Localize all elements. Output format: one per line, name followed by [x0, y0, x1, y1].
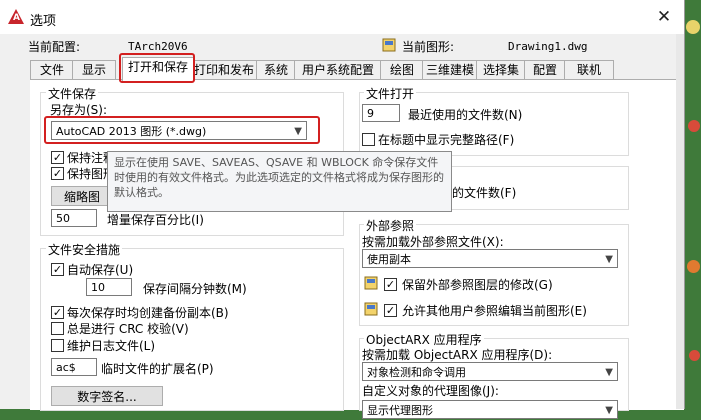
save-interval-label: 保存间隔分钟数(M) — [143, 282, 247, 296]
objectarx-demand-load-dropdown[interactable]: 对象检测和命令调用 ▼ — [362, 362, 618, 381]
current-profile-label: 当前配置: — [28, 40, 81, 54]
drawing-setting-icon — [364, 276, 378, 290]
incremental-save-input[interactable]: 50 — [51, 209, 97, 227]
retain-xref-changes-checkbox[interactable]: ✓ — [384, 278, 397, 291]
xref-legend: 外部参照 — [364, 217, 417, 234]
crc-checkbox[interactable] — [51, 322, 64, 335]
proxy-image-label: 自定义对象的代理图像(J): — [362, 384, 499, 398]
allow-edit-checkbox[interactable]: ✓ — [384, 304, 397, 317]
autocad-logo-icon: A — [8, 9, 24, 24]
temp-extension-label: 临时文件的扩展名(P) — [101, 362, 214, 376]
keep-annotation-checkbox[interactable]: ✓ — [51, 151, 64, 164]
background-flower — [687, 260, 700, 273]
file-safety-legend: 文件安全措施 — [46, 241, 123, 258]
tab-plot-and-publish[interactable]: 打印和发布 — [190, 60, 258, 80]
drawing-file-icon — [382, 38, 396, 52]
background-flower — [686, 20, 700, 34]
save-as-value: AutoCAD 2013 图形 (*.dwg) — [56, 125, 207, 138]
tab-online[interactable]: 联机 — [564, 60, 614, 80]
autosave-checkbox[interactable]: ✓ — [51, 263, 64, 276]
proxy-image-dropdown[interactable]: 显示代理图形 ▼ — [362, 400, 618, 419]
background-flower — [688, 120, 700, 132]
drawing-setting-icon — [364, 302, 378, 316]
incremental-save-label: 增量保存百分比(I) — [107, 213, 204, 227]
save-as-tooltip: 显示在使用 SAVE、SAVEAS、QSAVE 和 WBLOCK 命令保存文件时… — [107, 151, 452, 212]
window-title: 选项 — [30, 14, 57, 29]
save-as-dropdown[interactable]: AutoCAD 2013 图形 (*.dwg) ▼ — [51, 121, 307, 140]
full-path-label: 在标题中显示完整路径(F) — [378, 133, 515, 147]
xref-demand-load-value: 使用副本 — [367, 253, 411, 266]
tab-profiles[interactable]: 配置 — [524, 60, 566, 80]
app-menu-recent-label: 的文件数(F) — [452, 186, 517, 200]
tab-files[interactable]: 文件 — [30, 60, 74, 80]
save-as-label: 另存为(S): — [50, 103, 108, 117]
dialog-scrollbar[interactable] — [676, 34, 684, 409]
current-drawing-value: Drawing1.dwg — [508, 40, 588, 53]
chevron-down-icon: ▼ — [605, 254, 613, 265]
full-path-checkbox[interactable] — [362, 133, 375, 146]
xref-demand-load-dropdown[interactable]: 使用副本 ▼ — [362, 249, 618, 268]
file-save-legend: 文件保存 — [46, 85, 99, 102]
xref-demand-load-label: 按需加载外部参照文件(X): — [362, 235, 504, 249]
temp-extension-input[interactable]: ac$ — [51, 358, 97, 376]
save-interval-input[interactable]: 10 — [86, 278, 132, 296]
objectarx-demand-load-value: 对象检测和命令调用 — [367, 366, 466, 379]
chevron-down-icon: ▼ — [294, 126, 302, 137]
tab-drafting[interactable]: 绘图 — [380, 60, 424, 80]
current-drawing-label: 当前图形: — [402, 40, 455, 54]
backup-checkbox[interactable]: ✓ — [51, 306, 64, 319]
tab-open-and-save[interactable]: 打开和保存 — [122, 57, 194, 81]
objectarx-demand-load-label: 按需加载 ObjectARX 应用程序(D): — [362, 348, 553, 362]
thumbnail-button[interactable]: 缩略图 — [51, 186, 113, 206]
backup-label: 每次保存时均创建备份副本(B) — [67, 306, 229, 320]
keep-drawing-checkbox[interactable]: ✓ — [51, 167, 64, 180]
allow-edit-label: 允许其他用户参照编辑当前图形(E) — [402, 304, 587, 318]
title-bar: A 选项 ✕ — [0, 0, 684, 34]
tab-system[interactable]: 系统 — [256, 60, 296, 80]
tab-display[interactable]: 显示 — [72, 60, 116, 80]
current-profile-value: TArch20V6 — [128, 40, 188, 53]
chevron-down-icon: ▼ — [605, 367, 613, 378]
retain-xref-changes-label: 保留外部参照图层的修改(G) — [402, 278, 553, 292]
digital-signature-button[interactable]: 数字签名... — [51, 386, 163, 406]
recent-files-label: 最近使用的文件数(N) — [408, 108, 523, 122]
log-file-label: 维护日志文件(L) — [67, 339, 156, 353]
crc-label: 总是进行 CRC 校验(V) — [67, 322, 189, 336]
background-flower — [689, 350, 700, 361]
options-dialog: A 选项 ✕ 当前配置: TArch20V6 当前图形: Drawing1.dw… — [0, 0, 685, 419]
file-open-legend: 文件打开 — [364, 85, 417, 102]
recent-files-input[interactable]: 9 — [362, 104, 400, 122]
chevron-down-icon: ▼ — [605, 405, 613, 416]
tab-selection[interactable]: 选择集 — [476, 60, 526, 80]
tab-3d-modeling[interactable]: 三维建模 — [422, 60, 478, 80]
log-file-checkbox[interactable] — [51, 339, 64, 352]
close-button[interactable]: ✕ — [644, 0, 684, 34]
proxy-image-value: 显示代理图形 — [367, 404, 433, 417]
tab-user-preferences[interactable]: 用户系统配置 — [294, 60, 382, 80]
autosave-label: 自动保存(U) — [67, 263, 134, 277]
